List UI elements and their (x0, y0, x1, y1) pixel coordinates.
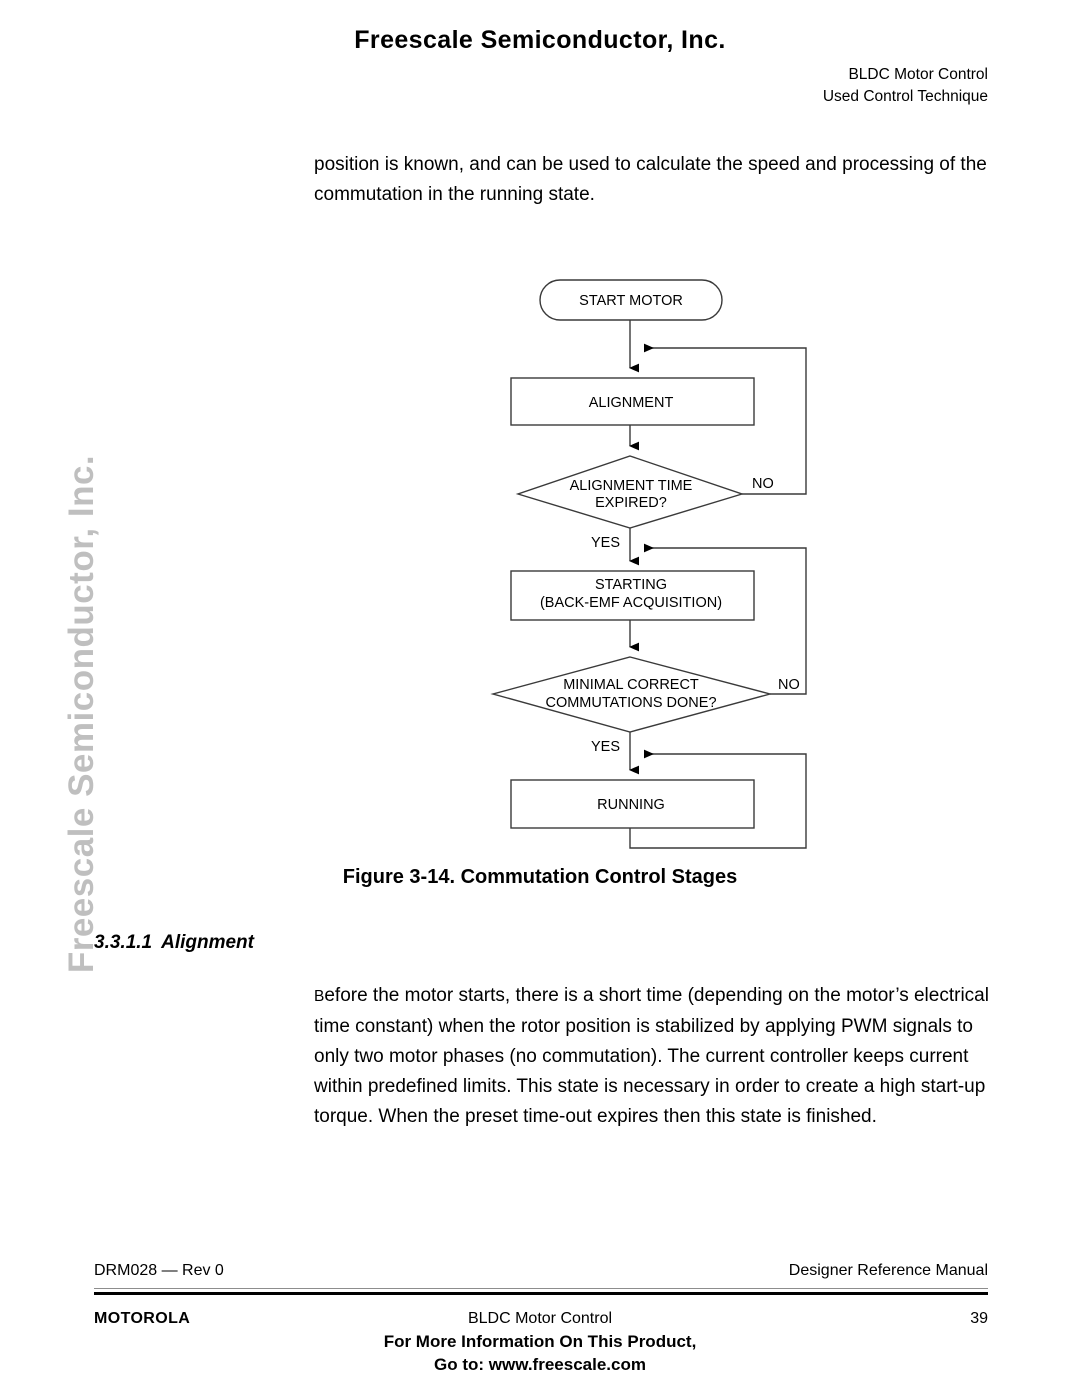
footer-rule-thin (94, 1288, 988, 1289)
edge-label-decision1-yes: YES (591, 535, 620, 551)
alignment-paragraph-text: efore the motor starts, there is a short… (314, 985, 989, 1127)
document-page: Freescale Semiconductor, Inc. BLDC Motor… (0, 0, 1080, 1397)
flow-node-decision1-label-line2: EXPIRED? (595, 495, 667, 511)
section-title: Alignment (161, 932, 254, 953)
footer-promo-line1: For More Information On This Product, (383, 1332, 697, 1351)
footer-company: MOTOROLA (94, 1310, 191, 1327)
flow-node-decision2-label-line2: COMMUTATIONS DONE? (545, 695, 716, 711)
flow-node-alignment-label: ALIGNMENT (589, 395, 674, 411)
section-number: 3.3.1.1 (94, 932, 153, 953)
edge-decision2-no-loop (644, 543, 807, 695)
alignment-paragraph-lead: B (314, 988, 325, 1005)
figure-caption: Figure 3-14. Commutation Control Stages (342, 866, 738, 888)
edge-label-decision2-yes: YES (591, 739, 620, 755)
flow-node-start-label: START MOTOR (579, 293, 683, 309)
footer-doc-id: DRM028 — Rev 0 (94, 1262, 224, 1279)
edge-label-decision1-no: NO (752, 476, 774, 492)
footer-promo-line2: Go to: www.freescale.com (434, 1355, 646, 1374)
header-doc-title: BLDC Motor Control (848, 66, 988, 83)
alignment-paragraph: Before the motor starts, there is a shor… (314, 981, 1004, 1132)
flow-node-starting-label-line1: STARTING (595, 577, 667, 593)
flow-node-starting-label-line2: (BACK-EMF ACQUISITION) (540, 595, 722, 611)
flow-node-running-label: RUNNING (597, 797, 665, 813)
footer-page-number: 39 (970, 1310, 988, 1327)
flow-node-decision1-label-line1: ALIGNMENT TIME (570, 478, 693, 494)
edge-decision1-no-loop (644, 343, 807, 495)
edge-label-decision2-no: NO (778, 677, 800, 693)
figure-commutation-control-stages: START MOTOR ALIGNMENT ALIGNMENT TIME EXP… (0, 262, 1080, 852)
intro-paragraph: position is known, and can be used to ca… (314, 154, 987, 205)
footer-manual-type: Designer Reference Manual (788, 1262, 988, 1279)
flow-node-decision2-label-line1: MINIMAL CORRECT (563, 677, 699, 693)
footer-promo: For More Information On This Product, Go… (0, 1330, 1080, 1376)
header-brand: Freescale Semiconductor, Inc. (354, 26, 726, 54)
header-doc-titles: BLDC Motor Control Used Control Techniqu… (588, 64, 988, 108)
footer-rule-thick (94, 1292, 988, 1295)
header-doc-subtitle: Used Control Technique (822, 88, 988, 105)
section-heading: 3.3.1.1 Alignment (94, 932, 254, 954)
flowchart-svg: START MOTOR ALIGNMENT ALIGNMENT TIME EXP… (490, 279, 807, 849)
